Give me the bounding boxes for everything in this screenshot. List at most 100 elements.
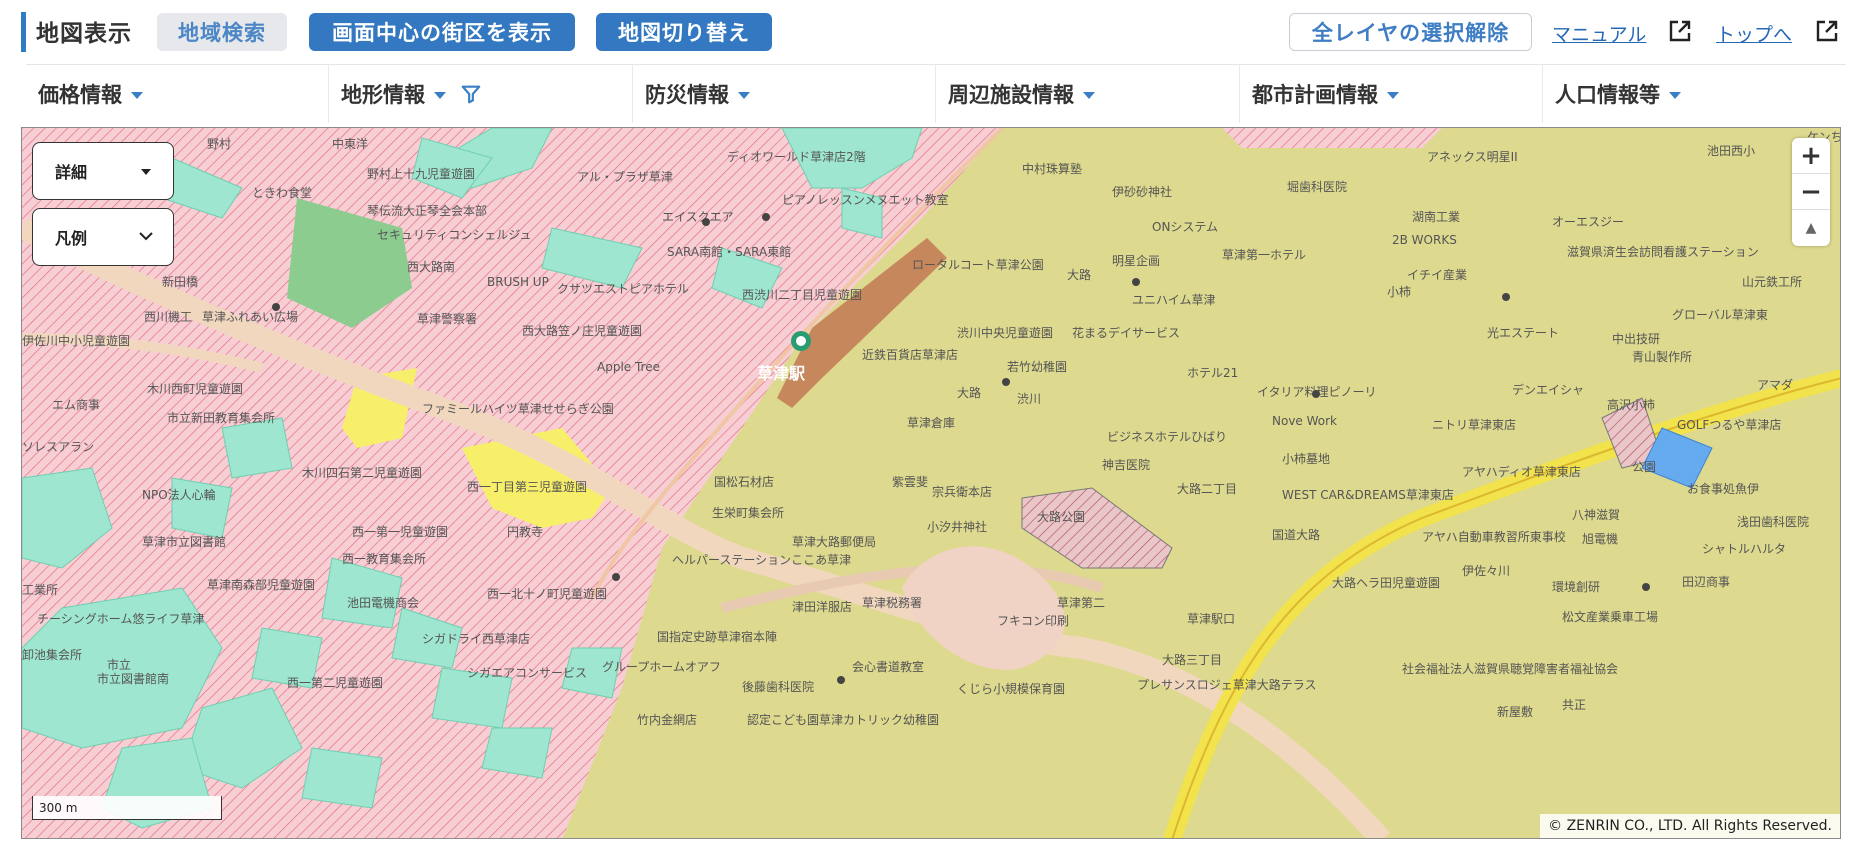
map-label: 後藤歯科医院 bbox=[742, 680, 815, 694]
caret-down-icon bbox=[1387, 91, 1399, 99]
map-label: SARA南館・SARA東館 bbox=[667, 245, 792, 259]
map-label: 西川機工 bbox=[144, 310, 193, 324]
map-label: グローバル草津東 bbox=[1672, 308, 1768, 322]
map-label: アネックス明星II bbox=[1427, 150, 1518, 164]
map-label: 中村珠算塾 bbox=[1022, 162, 1083, 176]
map-label: くじら小規模保育園 bbox=[957, 682, 1066, 696]
map-label: ヘルパーステーションここあ草津 bbox=[672, 553, 852, 567]
map-label: 明星企画 bbox=[1112, 254, 1161, 268]
category-population-info[interactable]: 人口情報等 bbox=[1543, 65, 1846, 123]
map-label: ファミールハイツ草津せせらぎ公園 bbox=[422, 402, 614, 416]
category-label: 周辺施設情報 bbox=[948, 83, 1074, 107]
map-label: イチイ産業 bbox=[1407, 268, 1468, 282]
map-label: 草津警察署 bbox=[417, 312, 478, 326]
manual-link[interactable]: マニュアル bbox=[1552, 20, 1646, 47]
map-label: 国道大路 bbox=[1272, 528, 1321, 542]
map-label: 中東洋 bbox=[332, 137, 369, 151]
map-label: 大路二丁目 bbox=[1177, 482, 1238, 496]
map-label: Apple Tree bbox=[597, 360, 660, 374]
map-label: 渋川中央児童遊園 bbox=[957, 326, 1054, 340]
category-disaster-info[interactable]: 防災情報 bbox=[633, 65, 936, 123]
category-bar: 価格情報 地形情報 防災情報 周辺施設情報 都市計画情報 人口情報等 bbox=[26, 64, 1846, 124]
caret-down-icon bbox=[434, 91, 446, 99]
caret-down-icon bbox=[1083, 91, 1095, 99]
external-link-icon[interactable] bbox=[1668, 19, 1692, 43]
map-label: 湖南工業 bbox=[1412, 210, 1461, 224]
external-link-icon[interactable] bbox=[1815, 19, 1839, 43]
map-label: 伊砂砂神社 bbox=[1112, 185, 1173, 199]
map-label: 竹内金網店 bbox=[637, 713, 698, 727]
map-label: ピアノレッスンメヌエット教室 bbox=[782, 193, 949, 207]
map-label: 西一第二児童遊園 bbox=[287, 676, 384, 690]
station-icon bbox=[791, 331, 811, 351]
map-label: 近鉄百貨店草津店 bbox=[862, 348, 959, 362]
map-label: 木川四石第二児童遊園 bbox=[302, 466, 423, 480]
map-label: 草津第一ホテル bbox=[1222, 248, 1307, 262]
map-label: 中出技研 bbox=[1612, 332, 1661, 346]
map-label: 小汐井神社 bbox=[927, 520, 988, 534]
map-label: ユニハイム草津 bbox=[1132, 293, 1216, 307]
map-label: 草津第二 bbox=[1057, 596, 1106, 610]
map-label: チーシングホーム悠ライフ草津 bbox=[37, 612, 205, 626]
map-label: 市立新田教育集会所 bbox=[167, 411, 276, 425]
map-canvas[interactable]: 野村 中東洋 野村上十九児童遊園 アル・プラザ草津 ディオワールド草津店2階 と… bbox=[21, 127, 1841, 839]
region-search-button[interactable]: 地域検索 bbox=[157, 13, 287, 51]
map-label: セキュリティコンシェルジュ bbox=[377, 228, 532, 242]
north-reset-button[interactable]: ▲ bbox=[1792, 210, 1830, 246]
station-label: 草津駅 bbox=[757, 364, 806, 383]
map-label: ソレスアラン bbox=[22, 440, 95, 454]
map-label: 小柿墓地 bbox=[1282, 452, 1331, 466]
caret-down-icon bbox=[1669, 91, 1681, 99]
legend-select[interactable]: 凡例 bbox=[32, 208, 174, 266]
map-label: 環境創研 bbox=[1552, 580, 1601, 594]
category-price-info[interactable]: 価格情報 bbox=[26, 65, 329, 123]
poi-marker bbox=[272, 303, 280, 311]
zoom-out-button[interactable]: − bbox=[1792, 174, 1830, 210]
detail-select[interactable]: 詳細 bbox=[32, 142, 174, 200]
map-label: ロータルコート草津公園 bbox=[912, 258, 1044, 272]
category-label: 都市計画情報 bbox=[1252, 83, 1378, 107]
map-label: 工業所 bbox=[22, 583, 59, 597]
map-label: 野村 bbox=[207, 137, 232, 151]
map-label: 光エステート bbox=[1487, 326, 1560, 340]
map-label: 西渋川二丁目児童遊園 bbox=[742, 288, 863, 302]
show-center-block-button[interactable]: 画面中心の街区を表示 bbox=[309, 13, 575, 51]
map-label: 池田電機商会 bbox=[347, 596, 420, 610]
zoom-in-button[interactable]: + bbox=[1792, 138, 1830, 174]
map-label: オーエスジー bbox=[1552, 215, 1625, 229]
category-city-planning-info[interactable]: 都市計画情報 bbox=[1240, 65, 1543, 123]
map-label: 草津駅口 bbox=[1187, 612, 1236, 626]
zoom-control: + − ▲ bbox=[1792, 138, 1830, 246]
clear-layers-button[interactable]: 全レイヤの選択解除 bbox=[1289, 13, 1532, 51]
category-terrain-info[interactable]: 地形情報 bbox=[329, 65, 633, 123]
caret-down-icon bbox=[131, 91, 143, 99]
map-label: 卸池集会所 bbox=[22, 648, 83, 662]
map-label: 大路 bbox=[957, 386, 982, 400]
top-link[interactable]: トップへ bbox=[1716, 20, 1792, 47]
map-label: 西大路南 bbox=[407, 260, 456, 274]
filter-icon[interactable] bbox=[460, 83, 482, 105]
category-facility-info[interactable]: 周辺施設情報 bbox=[936, 65, 1240, 123]
poi-marker bbox=[1642, 583, 1650, 591]
scale-bar: 300 m bbox=[32, 796, 222, 820]
map-label: 国松石材店 bbox=[714, 475, 775, 489]
switch-map-button[interactable]: 地図切り替え bbox=[596, 13, 772, 51]
map-label: アヤハ自動車教習所東事校 bbox=[1422, 530, 1566, 544]
map-label: 木川西町児童遊園 bbox=[147, 382, 244, 396]
map-label: 会心書道教室 bbox=[852, 660, 925, 674]
map-label: 琴伝流大正琴全会本部 bbox=[367, 204, 488, 218]
map-label: シガドライ西草津店 bbox=[422, 632, 531, 646]
poi-marker bbox=[1502, 293, 1510, 301]
map-label: 西一北十ノ町児童遊園 bbox=[487, 587, 608, 601]
map-label: 若竹幼稚園 bbox=[1007, 360, 1068, 374]
map-label: WEST CAR&DREAMS草津東店 bbox=[1282, 488, 1454, 502]
legend-select-value: 凡例 bbox=[55, 229, 88, 248]
map-label: アル・プラザ草津 bbox=[577, 170, 673, 184]
map-label: 市立 bbox=[107, 658, 132, 672]
map-label: 渋川 bbox=[1017, 392, 1042, 406]
map-label: 八神滋賀 bbox=[1572, 508, 1621, 522]
caret-down-icon bbox=[738, 91, 750, 99]
map-label: 伊佐川中小児童遊園 bbox=[22, 334, 131, 348]
map-label: 生栄町集会所 bbox=[712, 506, 785, 520]
map-label: フキコン印刷 bbox=[997, 614, 1070, 628]
